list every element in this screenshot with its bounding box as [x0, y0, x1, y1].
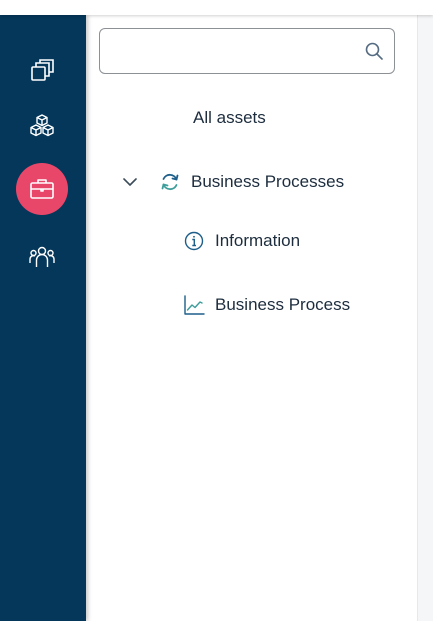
chevron-down-icon[interactable] — [121, 173, 139, 191]
tree-item-information[interactable]: Information — [183, 221, 300, 261]
right-edge-panel — [417, 15, 433, 621]
nav-cubes-button[interactable] — [16, 100, 68, 152]
cubes-icon — [30, 114, 54, 137]
briefcase-icon — [30, 179, 54, 199]
nav-copy-stack-button[interactable] — [16, 45, 68, 97]
tree-item-label: All assets — [193, 108, 266, 127]
asset-tree-panel: All assets Business Processes Informatio… — [86, 15, 417, 621]
info-icon — [184, 231, 204, 251]
tree-item-label: Business Process — [215, 295, 351, 314]
tree-item-business-process[interactable]: Business Process — [183, 285, 350, 325]
tree-item-label: Business Processes — [191, 172, 345, 191]
navigation-rail — [0, 15, 86, 621]
nav-people-button[interactable] — [16, 231, 68, 283]
search-icon[interactable] — [364, 41, 384, 61]
search-field[interactable] — [99, 28, 395, 75]
refresh-cycle-icon — [161, 173, 179, 191]
people-group-icon — [29, 246, 55, 267]
line-chart-icon — [184, 295, 205, 315]
search-input[interactable] — [110, 29, 354, 75]
tree-item-all-assets[interactable]: All assets — [193, 98, 266, 138]
top-bar — [0, 0, 433, 15]
copy-stack-icon — [31, 59, 54, 81]
nav-briefcase-button[interactable] — [16, 163, 68, 215]
tree-item-business-processes[interactable]: Business Processes — [121, 162, 344, 202]
tree-item-label: Information — [215, 231, 301, 250]
